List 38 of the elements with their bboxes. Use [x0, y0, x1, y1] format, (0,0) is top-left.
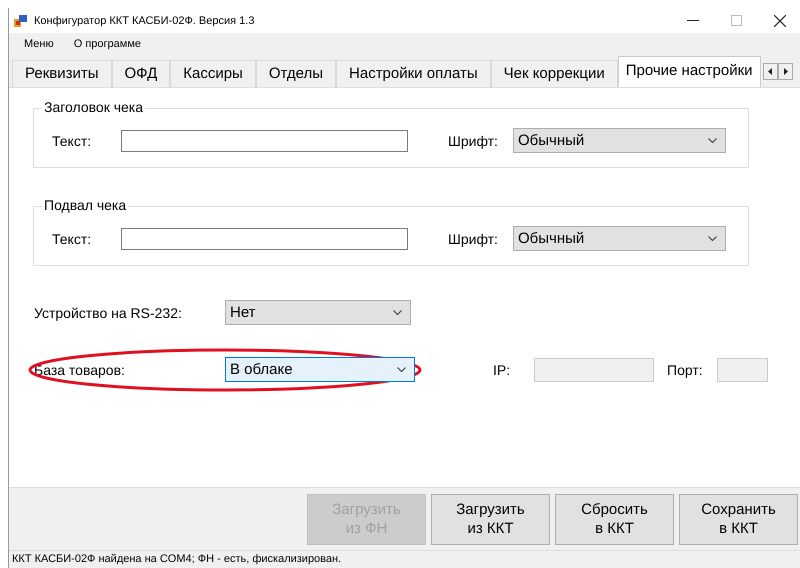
- chevron-icon: [708, 138, 717, 144]
- group-title: Подвал чека: [42, 197, 128, 213]
- scroll-right-icon[interactable]: [778, 62, 793, 80]
- chevron-icon: [393, 310, 402, 316]
- tab[interactable]: Прочие настройки: [618, 56, 761, 87]
- device-dropdown[interactable]: Нет: [225, 300, 411, 325]
- font-dropdown[interactable]: Обычный: [513, 226, 726, 251]
- field-label: Порт:: [667, 362, 704, 378]
- tab[interactable]: ОФД: [112, 60, 170, 87]
- status-text: ККТ КАСБИ-02Ф найдена на COM4; ФН - есть, фискализирован.: [9, 550, 800, 568]
- app-icon: [14, 14, 28, 26]
- field-label: Текст:: [52, 230, 92, 246]
- field-label: Шрифт:: [448, 132, 499, 148]
- minimize-icon[interactable]: [687, 20, 699, 22]
- goods-base-dropdown[interactable]: В облаке: [225, 357, 415, 382]
- tab[interactable]: Чек коррекции: [490, 60, 618, 87]
- field-label: IP:: [493, 362, 512, 378]
- window-title: Конфигуратор ККТ КАСБИ-02Ф. Версия 1.3: [34, 14, 254, 26]
- text-field[interactable]: [121, 130, 408, 152]
- group-title: Заголовок чека: [42, 99, 146, 115]
- tab[interactable]: Настройки оплаты: [336, 60, 491, 87]
- field-label: Устройство на RS-232:: [34, 304, 183, 320]
- action-button[interactable]: Сбросить в ККТ: [555, 494, 674, 544]
- chevron-icon: [397, 367, 406, 373]
- menu-item[interactable]: Меню: [15, 36, 63, 52]
- action-button[interactable]: Загрузить из ККТ: [431, 494, 550, 544]
- menu-item[interactable]: О программе: [64, 36, 150, 52]
- tab[interactable]: Реквизиты: [12, 60, 112, 87]
- scroll-left-icon[interactable]: [762, 62, 778, 80]
- field-label: Шрифт:: [448, 230, 499, 246]
- field-label: Текст:: [52, 132, 92, 148]
- action-button[interactable]: Сохранить в ККТ: [679, 494, 798, 544]
- text-field[interactable]: [121, 228, 408, 250]
- close-icon[interactable]: [774, 14, 786, 26]
- tab[interactable]: Кассиры: [170, 60, 256, 87]
- chevron-icon: [708, 236, 717, 242]
- font-dropdown[interactable]: Обычный: [513, 128, 726, 153]
- tab[interactable]: Отделы: [256, 60, 336, 87]
